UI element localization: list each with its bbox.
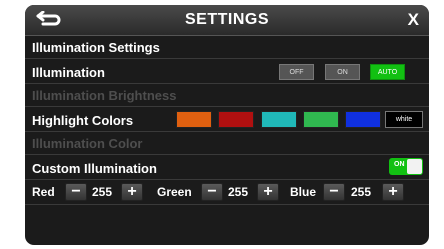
green-plus-button[interactable]: + (257, 183, 279, 201)
rgb-controls: Red − 255 + Green − 255 + Blue − 255 + (25, 183, 429, 201)
swatch-blue[interactable] (345, 111, 381, 128)
section-header-row: Illumination Settings (25, 36, 429, 59)
close-button[interactable]: X (408, 10, 419, 30)
blue-minus-button[interactable]: − (323, 183, 345, 201)
custom-illumination-label: Custom Illumination (32, 161, 157, 176)
page-title: SETTINGS (184, 11, 269, 28)
illumination-on-button[interactable]: ON (325, 64, 360, 80)
illumination-color-label: Illumination Color (32, 136, 143, 151)
red-plus-button[interactable]: + (121, 183, 143, 201)
custom-illumination-row: Custom Illumination ON (25, 155, 429, 180)
rgb-row: Red − 255 + Green − 255 + Blue − 255 + (25, 180, 429, 205)
custom-illumination-toggle[interactable]: ON (389, 158, 423, 175)
section-title: Illumination Settings (32, 40, 160, 55)
swatch-orange[interactable] (176, 111, 212, 128)
illumination-color-row: Illumination Color (25, 132, 429, 155)
red-label: Red (32, 185, 55, 199)
illumination-off-button[interactable]: OFF (279, 64, 314, 80)
blue-label: Blue (290, 185, 317, 199)
illumination-auto-button[interactable]: AUTO (370, 64, 405, 80)
green-value: 255 (228, 185, 249, 199)
illumination-row: Illumination OFF ON AUTO (25, 59, 429, 84)
swatch-teal[interactable] (261, 111, 297, 128)
red-minus-button[interactable]: − (65, 183, 87, 201)
highlight-colors-row: Highlight Colors white (25, 107, 429, 132)
brightness-row: Illumination Brightness (25, 84, 429, 107)
swatch-red[interactable] (218, 111, 254, 128)
illumination-label: Illumination (32, 65, 105, 80)
swatch-white[interactable]: white (385, 111, 423, 128)
brightness-label: Illumination Brightness (32, 88, 177, 103)
settings-screen: SETTINGS X Illumination Settings Illumin… (25, 5, 429, 245)
toggle-on-label: ON (394, 161, 405, 168)
blue-value: 255 (351, 185, 372, 199)
highlight-colors-label: Highlight Colors (32, 113, 134, 128)
blue-plus-button[interactable]: + (382, 183, 404, 201)
swatch-green[interactable] (303, 111, 339, 128)
green-label: Green (157, 185, 192, 199)
toggle-knob (407, 159, 422, 174)
green-minus-button[interactable]: − (201, 183, 223, 201)
title-bar: SETTINGS X (25, 5, 429, 36)
red-value: 255 (92, 185, 113, 199)
